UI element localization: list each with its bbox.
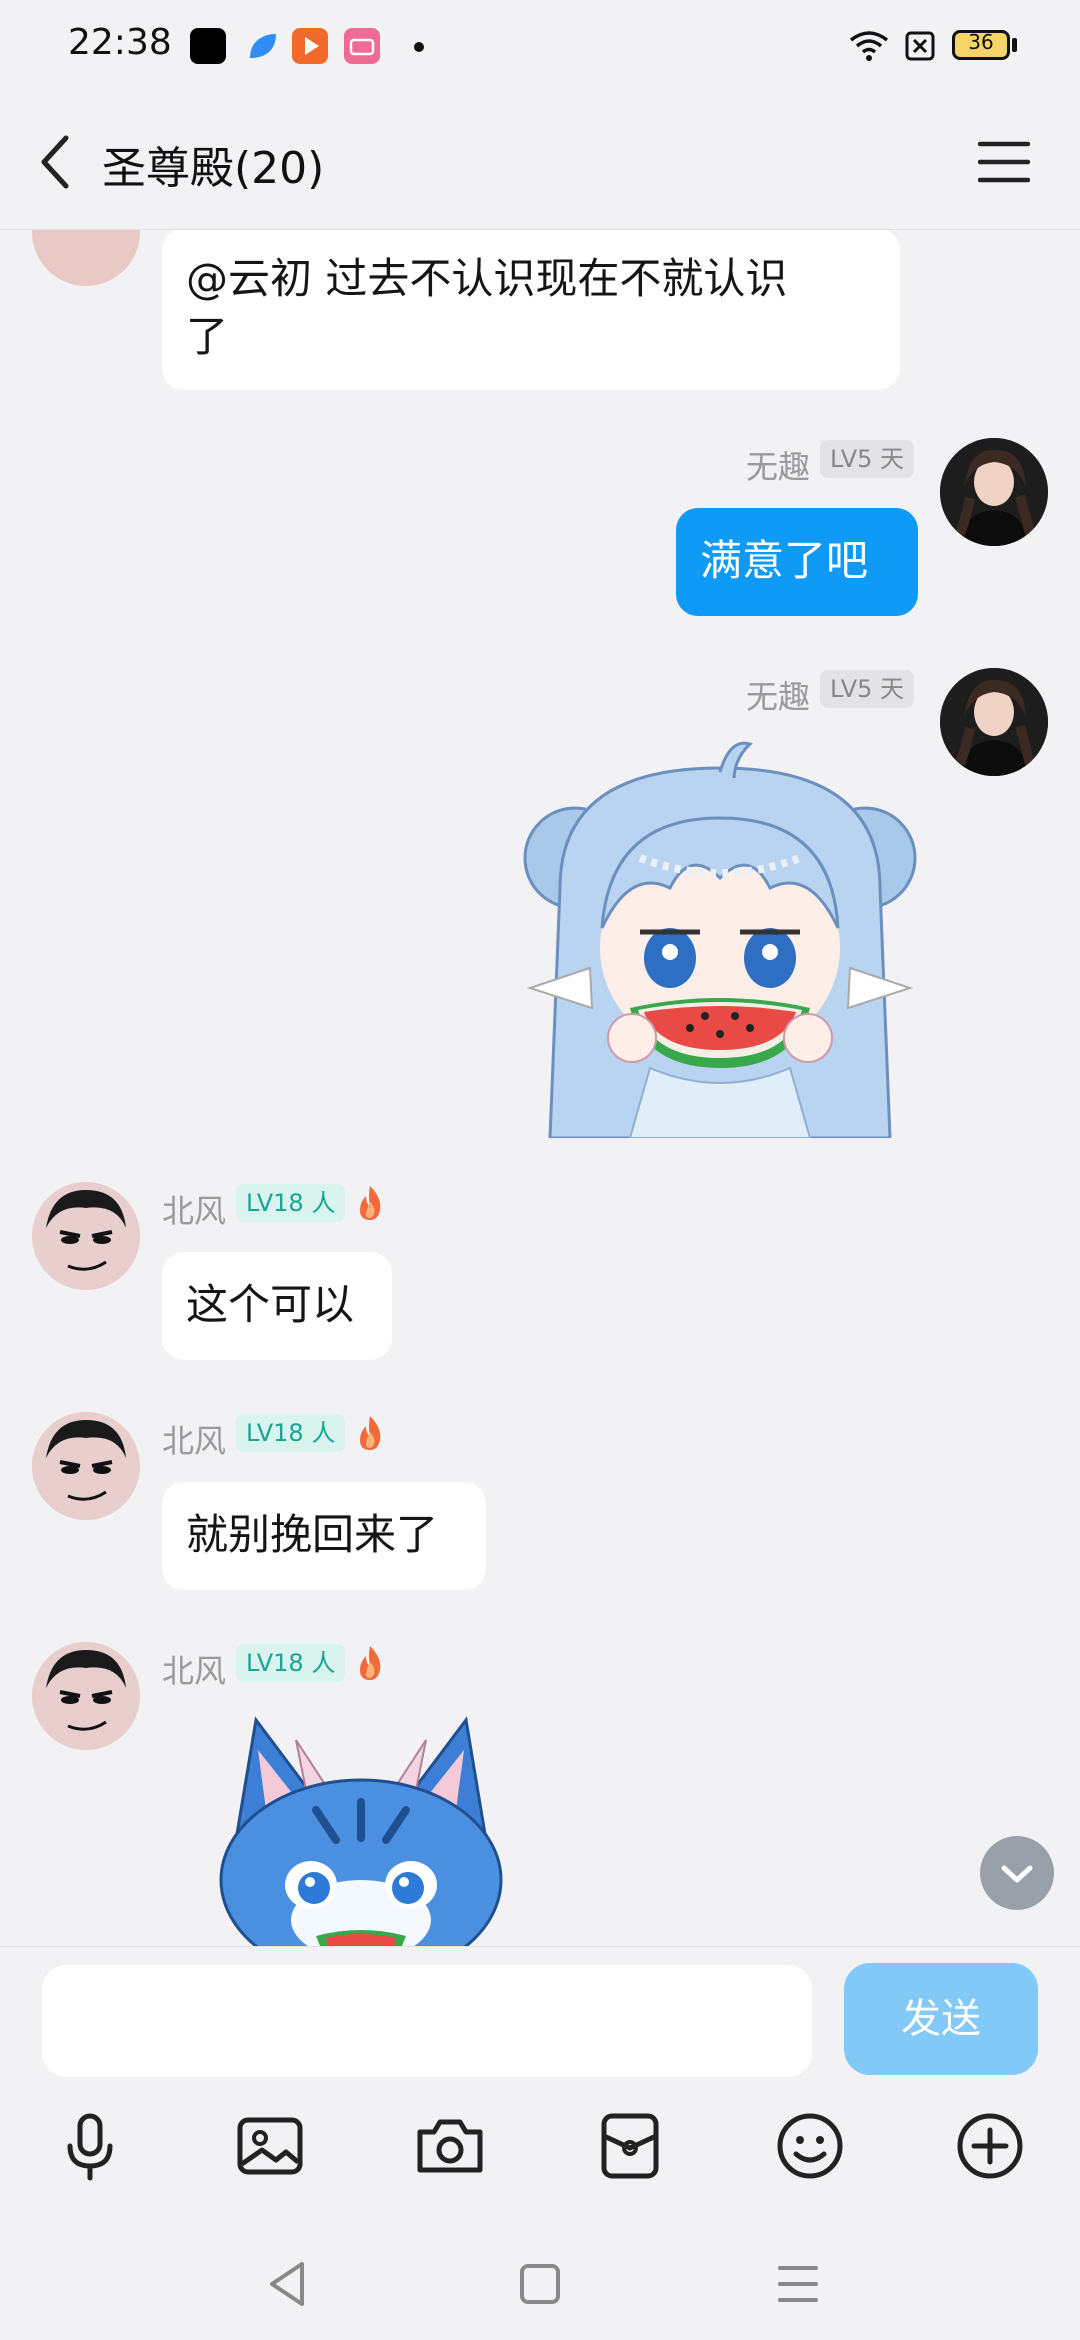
nav-back-icon[interactable] [258,2254,318,2314]
battery-icon: 36 [952,30,1010,60]
avatar[interactable] [32,1412,140,1520]
message-list[interactable]: @云初 过去不认识现在不就认识 了 无趣 LV5 天 满意了吧 无趣 LV5 天 [0,230,1080,1946]
sender-name: 北风 [162,1192,227,1230]
camera-icon[interactable] [410,2106,490,2186]
sender-name: 无趣 [746,678,811,716]
message-text: 满意了吧 [700,536,869,585]
image-icon[interactable] [230,2106,310,2186]
emoji-icon[interactable] [770,2106,850,2186]
battery-tip [1012,38,1017,52]
flame-icon [360,1186,381,1220]
nav-recents-icon[interactable] [768,2254,828,2314]
composer: 发送 [0,1946,1080,2106]
flame-icon [360,1646,381,1680]
sticker-blue-tiger-cat[interactable] [196,1710,526,1946]
page-title: 圣尊殿(20) [102,143,325,194]
chevron-left-icon[interactable] [36,134,76,190]
nav-home-icon[interactable] [510,2254,570,2314]
composer-toolbar [0,2106,1080,2206]
avatar[interactable] [32,1182,140,1290]
sender-name: 北风 [162,1422,227,1460]
level-badge: LV18 人 [236,1184,346,1222]
app-pink-bilibili-icon [344,28,380,64]
message-bubble[interactable]: 满意了吧 [676,508,918,616]
sender-name: 无趣 [746,448,811,486]
hamburger-icon[interactable] [978,140,1030,184]
status-bar: 22:38 36 [0,0,1080,90]
battery-level: 36 [968,30,994,54]
level-badge: LV18 人 [236,1414,346,1452]
app-blue-leaf-icon [244,28,280,64]
send-button[interactable]: 发送 [844,1963,1038,2075]
red-packet-icon[interactable] [590,2106,670,2186]
microphone-icon[interactable] [50,2106,130,2186]
level-badge: LV18 人 [236,1644,346,1682]
level-badge: LV5 天 [820,670,915,708]
sticker-anime-girl-watermelon[interactable] [520,738,920,1138]
scroll-to-bottom-button[interactable] [980,1836,1054,1910]
wifi-icon [849,31,889,61]
app-black-icon [190,28,226,64]
avatar[interactable] [32,1642,140,1750]
flame-icon [360,1416,381,1450]
message-input[interactable] [42,1965,812,2077]
avatar[interactable] [940,668,1048,776]
plus-icon[interactable] [950,2106,1030,2186]
chevron-down-icon [1001,1865,1033,1883]
message-bubble[interactable]: 就别挽回来了 [162,1482,486,1590]
system-navigation-bar [0,2220,1080,2340]
app-orange-play-icon [292,28,328,64]
message-text: 了 [186,312,229,361]
message-bubble[interactable]: 这个可以 [162,1252,392,1360]
sender-name: 北风 [162,1652,227,1690]
level-badge: LV5 天 [820,440,915,478]
dot-icon [414,42,424,52]
avatar[interactable] [940,438,1048,546]
sim-x-icon [905,31,935,61]
message-text: 就别挽回来了 [186,1510,439,1559]
status-time: 22:38 [68,22,172,63]
message-bubble[interactable]: @云初 过去不认识现在不就认识 了 [162,230,900,390]
message-text: 这个可以 [186,1280,355,1329]
chat-header: 圣尊殿(20) [0,90,1080,230]
avatar[interactable] [32,230,140,286]
message-text: @云初 过去不认识现在不就认识 [186,254,788,303]
